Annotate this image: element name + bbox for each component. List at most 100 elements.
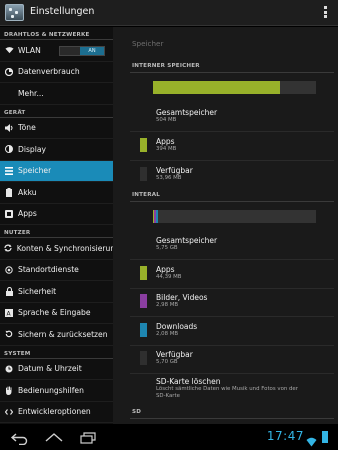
row-title: Verfügbar bbox=[156, 166, 193, 175]
location-icon bbox=[0, 266, 18, 274]
sidebar-item-label: Mehr... bbox=[18, 88, 44, 98]
home-button-icon[interactable] bbox=[44, 430, 64, 444]
row-value: 394 MB bbox=[156, 146, 177, 152]
row-value: 53,96 MB bbox=[156, 175, 182, 181]
sidebar-item-label: Apps bbox=[18, 209, 37, 219]
row-title: Verfügbar bbox=[156, 350, 193, 359]
recent-apps-button-icon[interactable] bbox=[78, 430, 98, 444]
row-title: Gesamtspeicher bbox=[156, 236, 218, 245]
section-header-system: SYSTEM bbox=[0, 346, 113, 359]
sidebar-item-sound[interactable]: Töne bbox=[0, 118, 113, 139]
storage-row-pictures-videos[interactable]: Bilder, Videos 2,98 MB bbox=[156, 293, 326, 309]
row-description: Löscht sämtliche Daten wie Musik und Fot… bbox=[156, 386, 298, 399]
row-title: SD-Karte löschen bbox=[156, 377, 221, 386]
interal-storage-bar bbox=[153, 210, 316, 223]
storage-row-total[interactable]: Gesamtspeicher 5,75 GB bbox=[156, 236, 326, 252]
storage-row-available[interactable]: Verfügbar 5,70 GB bbox=[156, 350, 326, 366]
battery-status-icon bbox=[322, 431, 328, 443]
back-button-icon[interactable] bbox=[10, 430, 30, 446]
wlan-toggle-state: AN bbox=[80, 47, 104, 55]
settings-app-icon[interactable] bbox=[5, 4, 24, 21]
row-title: Downloads bbox=[156, 322, 198, 331]
internal-storage-bar bbox=[153, 81, 316, 94]
sidebar-item-label: Datum & Uhrzeit bbox=[18, 364, 82, 374]
accessibility-icon bbox=[0, 386, 18, 395]
sidebar-item-location[interactable]: Standortdienste bbox=[0, 260, 113, 281]
row-value: 5,75 GB bbox=[156, 245, 178, 251]
volume-icon bbox=[0, 123, 18, 132]
storage-icon bbox=[0, 166, 18, 175]
storage-row-total[interactable]: Gesamtspeicher 504 MB bbox=[156, 108, 326, 124]
sidebar-item-apps[interactable]: Apps bbox=[0, 204, 113, 225]
sidebar-item-label: Entwickleroptionen bbox=[18, 407, 91, 417]
apps-icon bbox=[0, 209, 18, 218]
data-usage-icon bbox=[0, 67, 18, 76]
row-value: 2,08 MB bbox=[156, 331, 179, 337]
storage-row-downloads[interactable]: Downloads 2,08 MB bbox=[156, 322, 326, 338]
sidebar-item-accounts-sync[interactable]: Konten & Synchronisierung bbox=[0, 238, 113, 260]
wlan-toggle[interactable]: AN bbox=[59, 46, 105, 56]
sidebar-item-data-usage[interactable]: Datenverbrauch bbox=[0, 62, 113, 83]
row-value: 5,70 GB bbox=[156, 359, 178, 365]
section-header-wireless: DRAHTLOS & NETZWERKE bbox=[0, 27, 113, 40]
storage-detail-pane: Speicher INTERNER SPEICHER Gesamtspeiche… bbox=[113, 27, 338, 424]
sidebar-item-label: WLAN bbox=[18, 45, 41, 55]
lock-icon bbox=[0, 286, 18, 296]
section-header-internal-storage: INTERNER SPEICHER bbox=[132, 63, 200, 69]
battery-icon bbox=[0, 187, 18, 197]
sidebar-item-label: Speicher bbox=[18, 166, 52, 176]
erase-sd-card-button[interactable]: SD-Karte löschen Löscht sämtliche Daten … bbox=[156, 377, 306, 400]
sidebar-item-more[interactable]: Mehr... bbox=[0, 83, 113, 105]
sidebar-item-label: Konten & Synchronisierung bbox=[16, 243, 113, 253]
language-icon: A bbox=[0, 308, 18, 317]
pictures-color-swatch bbox=[140, 294, 147, 308]
backup-icon bbox=[0, 330, 18, 338]
clock-icon bbox=[0, 365, 18, 373]
apps-color-swatch bbox=[140, 138, 147, 152]
sidebar-item-label: Standortdienste bbox=[18, 265, 79, 275]
section-header-device: GERÄT bbox=[0, 105, 113, 118]
sidebar-item-accessibility[interactable]: Bedienungshilfen bbox=[0, 380, 113, 402]
sidebar-item-backup-reset[interactable]: Sichern & zurücksetzen bbox=[0, 324, 113, 346]
sidebar-item-label: Display bbox=[18, 144, 46, 154]
status-clock: 17:47 bbox=[266, 429, 304, 443]
storage-row-apps[interactable]: Apps 394 MB bbox=[156, 137, 326, 153]
sidebar-item-developer-options[interactable]: Entwickleroptionen bbox=[0, 402, 113, 423]
sidebar-item-label: Sichern & zurücksetzen bbox=[18, 329, 108, 339]
sidebar-item-date-time[interactable]: Datum & Uhrzeit bbox=[0, 359, 113, 380]
row-title: Gesamtspeicher bbox=[156, 108, 218, 117]
sidebar-item-wlan[interactable]: WLAN AN bbox=[0, 40, 113, 62]
storage-row-available[interactable]: Verfügbar 53,96 MB bbox=[156, 166, 326, 182]
row-value: 2,98 MB bbox=[156, 302, 179, 308]
row-title: Apps bbox=[156, 265, 175, 274]
storage-row-apps[interactable]: Apps 44,39 MB bbox=[156, 265, 326, 281]
sidebar-item-label: Akku bbox=[18, 187, 37, 197]
wifi-icon bbox=[0, 46, 18, 54]
section-header-interal: INTERAL bbox=[132, 192, 161, 198]
row-value: 504 MB bbox=[156, 117, 177, 123]
apps-color-swatch bbox=[140, 266, 147, 280]
row-title: Bilder, Videos bbox=[156, 293, 208, 302]
system-bar: 17:47 bbox=[0, 424, 338, 450]
row-title: Apps bbox=[156, 137, 175, 146]
sidebar-item-security[interactable]: Sicherheit bbox=[0, 281, 113, 303]
sidebar-item-display[interactable]: Display bbox=[0, 139, 113, 161]
sidebar-item-language-input[interactable]: A Sprache & Eingabe bbox=[0, 303, 113, 324]
app-title: Einstellungen bbox=[30, 6, 95, 17]
sidebar-item-label: Bedienungshilfen bbox=[18, 385, 84, 395]
overflow-menu-icon[interactable] bbox=[324, 6, 328, 20]
free-color-swatch bbox=[140, 167, 147, 181]
sidebar-item-battery[interactable]: Akku bbox=[0, 182, 113, 204]
wifi-status-icon bbox=[306, 432, 317, 447]
sidebar-item-label: Sicherheit bbox=[18, 286, 57, 296]
developer-icon bbox=[0, 408, 18, 416]
free-color-swatch bbox=[140, 351, 147, 365]
action-bar: Einstellungen bbox=[0, 0, 338, 26]
sync-icon bbox=[0, 244, 17, 252]
downloads-color-swatch bbox=[140, 323, 147, 337]
sidebar-item-storage[interactable]: Speicher bbox=[0, 160, 113, 182]
sidebar-item-label: Sprache & Eingabe bbox=[18, 308, 91, 318]
apps-usage-segment bbox=[153, 81, 281, 94]
row-value: 44,39 MB bbox=[156, 274, 182, 280]
sidebar-item-label: Datenverbrauch bbox=[18, 67, 80, 77]
